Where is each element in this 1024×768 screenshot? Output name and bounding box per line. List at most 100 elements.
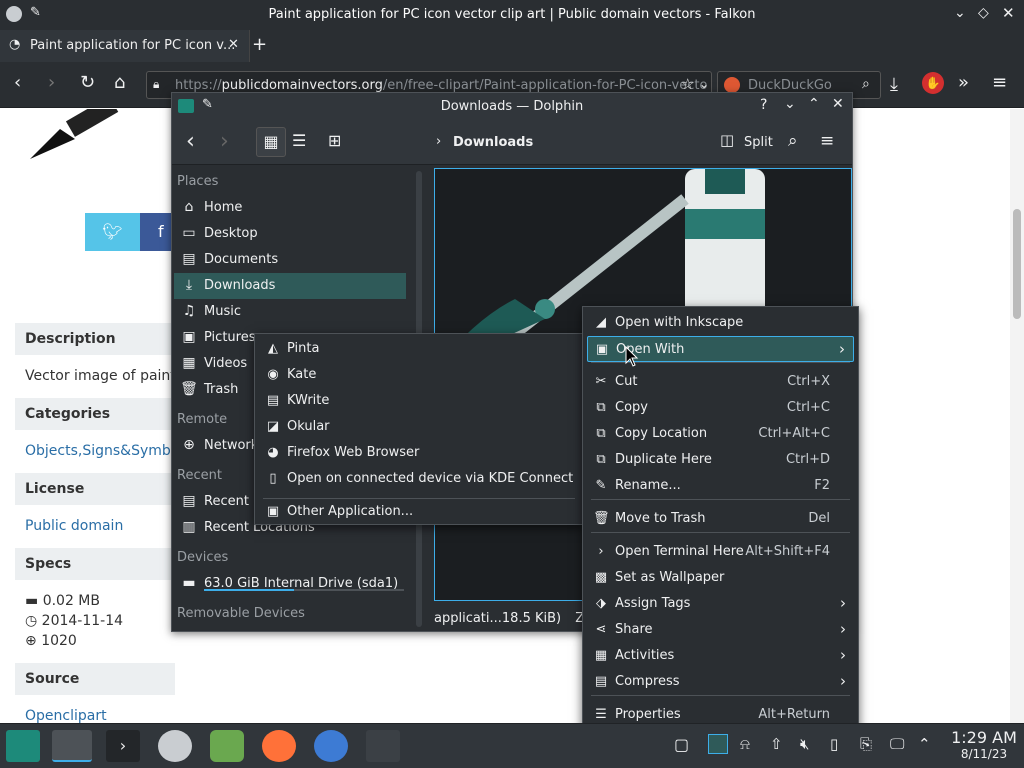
more-tools-icon[interactable]: »: [958, 74, 969, 92]
menu-item-shortcut: Alt+Shift+F4: [745, 544, 830, 559]
task-downloader[interactable]: [210, 730, 244, 762]
workspace-icon[interactable]: [708, 734, 728, 754]
reload-icon[interactable]: ↻: [80, 74, 95, 92]
split-icon[interactable]: ◫: [720, 133, 734, 148]
task-kdeconnect[interactable]: [314, 730, 348, 762]
forward-icon[interactable]: ›: [48, 74, 55, 92]
volume-muted-icon[interactable]: 🔇︎: [800, 737, 809, 752]
compact-view-icon[interactable]: ☰: [292, 133, 306, 149]
downloads-icon[interactable]: ⤓: [890, 76, 898, 94]
menu-item-set-as-wallpaper[interactable]: ▩ Set as Wallpaper: [587, 565, 854, 591]
categories-link[interactable]: Objects,Signs&Symbol: [25, 443, 183, 459]
menu-item-share[interactable]: ⋖ Share ›: [587, 617, 854, 643]
submenu-item-label: Firefox Web Browser: [287, 445, 420, 460]
menu-item-label: Compress: [615, 674, 680, 689]
submenu-item-label: Okular: [287, 419, 330, 434]
minimize-icon[interactable]: ⌄: [954, 6, 966, 20]
system-tray-expand-icon[interactable]: ⌃: [918, 737, 931, 752]
other-application-icon: ▣: [266, 504, 280, 519]
open-with-open-on-connected-device-via-kde-connect[interactable]: ▯ Open on connected device via KDE Connec…: [259, 466, 579, 492]
source-link[interactable]: Openclipart: [25, 708, 107, 723]
breadcrumb[interactable]: Downloads: [453, 135, 533, 150]
menu-item-assign-tags[interactable]: ⬗ Assign Tags ›: [587, 591, 854, 617]
place-documents[interactable]: ▤ Documents: [174, 247, 406, 273]
close-icon[interactable]: ✕: [1002, 6, 1015, 21]
place-desktop[interactable]: ▭ Desktop: [174, 221, 406, 247]
menu-item-move-to-trash[interactable]: 🗑︎ Move to Trash Del: [587, 506, 854, 532]
menu-item-open-with-inkscape[interactable]: ◢ Open with Inkscape: [587, 310, 854, 336]
details-view-icon[interactable]: ⊞: [328, 133, 341, 149]
place-home[interactable]: ⌂ Home: [174, 195, 406, 221]
menu-item-copy[interactable]: ⧉ Copy Ctrl+C: [587, 395, 854, 421]
place-label: Trash: [204, 382, 239, 397]
menu-item-activities[interactable]: ▦ Activities ›: [587, 643, 854, 669]
open-with-submenu: ◭ Pinta ◉ Kate ▤ KWrite ◪ Okular ◕ Firefox Web Br…: [254, 333, 584, 525]
new-tab-icon[interactable]: +: [252, 36, 267, 54]
open-with-pinta[interactable]: ◭ Pinta: [259, 336, 579, 362]
menu-item-rename[interactable]: ✎ Rename... F2: [587, 473, 854, 499]
minimize-icon[interactable]: ⌄: [784, 97, 796, 111]
tab-close-icon[interactable]: ✕: [228, 38, 239, 51]
dolphin-window-title: Downloads — Dolphin: [440, 99, 584, 114]
url-dropdown-icon[interactable]: ⌄: [699, 78, 709, 90]
open-with-other-application[interactable]: ▣ Other Application...: [259, 499, 579, 525]
place-downloads[interactable]: ⤓ Downloads: [174, 273, 406, 299]
okular-icon: ◪: [266, 419, 280, 434]
task-dolphin[interactable]: [52, 730, 92, 762]
open-with-firefox-web-browser[interactable]: ◕ Firefox Web Browser: [259, 440, 579, 466]
specs-header: Specs: [15, 548, 175, 580]
twitter-share-button[interactable]: 🐦︎: [85, 213, 140, 251]
search-icon[interactable]: ⌕: [788, 133, 798, 150]
search-icon[interactable]: ⌕: [862, 77, 870, 91]
facebook-share-button[interactable]: f: [140, 213, 175, 251]
menu-item-cut[interactable]: ✂ Cut Ctrl+X: [587, 369, 854, 395]
notifications-icon[interactable]: ⍾: [740, 737, 750, 752]
menu-item-duplicate-here[interactable]: ⧉ Duplicate Here Ctrl+D: [587, 447, 854, 473]
hamburger-menu-icon[interactable]: ≡: [820, 133, 834, 150]
clock[interactable]: 1:29 AM 8/11/23: [944, 728, 1024, 761]
menu-icon[interactable]: ≡: [992, 74, 1007, 92]
properties-icon: ☰: [595, 707, 607, 722]
task-terminal[interactable]: ›: [106, 730, 140, 762]
browser-tab[interactable]: ◔ Paint application for PC icon v... ✕: [0, 30, 250, 62]
updates-icon[interactable]: ⇧: [770, 737, 783, 752]
show-desktop-icon[interactable]: ▢: [674, 737, 689, 753]
adblock-icon[interactable]: ✋: [922, 72, 944, 94]
open-with-kate[interactable]: ◉ Kate: [259, 362, 579, 388]
place-label: Music: [204, 304, 241, 319]
back-icon[interactable]: ‹: [14, 74, 21, 92]
task-falkon[interactable]: [158, 730, 192, 762]
app-launcher-icon[interactable]: [6, 730, 40, 762]
place-label: Downloads: [204, 278, 276, 293]
open-with-kwrite[interactable]: ▤ KWrite: [259, 388, 579, 414]
close-icon[interactable]: ✕: [832, 97, 844, 111]
place-music[interactable]: ♫ Music: [174, 299, 406, 325]
open-with-okular[interactable]: ◪ Okular: [259, 414, 579, 440]
menu-item-open-terminal-here[interactable]: › Open Terminal Here Alt+Shift+F4: [587, 539, 854, 565]
task-inkscape[interactable]: [366, 730, 400, 762]
license-link[interactable]: Public domain: [25, 518, 123, 534]
drive-icon: ▬: [182, 575, 196, 591]
split-button[interactable]: Split: [744, 135, 773, 150]
menu-item-copy-location[interactable]: ⧉ Copy Location Ctrl+Alt+C: [587, 421, 854, 447]
task-firefox[interactable]: [262, 730, 296, 762]
icons-view-icon[interactable]: ▦: [256, 127, 286, 157]
submenu-separator: [263, 498, 575, 499]
screenshot-icon[interactable]: ⎘: [860, 737, 872, 752]
back-icon[interactable]: ‹: [186, 131, 195, 153]
places-header: Places: [177, 174, 219, 189]
maximize-icon[interactable]: ⌃: [808, 97, 820, 111]
forward-icon[interactable]: ›: [220, 131, 229, 153]
menu-item-label: Duplicate Here: [615, 452, 712, 467]
network-icon: ⊕: [183, 437, 195, 453]
network-icon[interactable]: 🖵︎: [890, 737, 904, 752]
home-icon[interactable]: ⌂: [114, 74, 125, 92]
help-icon[interactable]: ?: [760, 98, 767, 112]
menu-item-compress[interactable]: ▤ Compress ›: [587, 669, 854, 695]
site-favicon-icon: ◔: [9, 37, 21, 52]
battery-icon[interactable]: ▯: [830, 737, 838, 752]
place-63-0-gib-internal-drive-sda1-[interactable]: ▬ 63.0 GiB Internal Drive (sda1): [174, 571, 406, 597]
maximize-icon[interactable]: ◇: [978, 6, 989, 20]
page-scrollbar[interactable]: [1010, 109, 1024, 723]
bookmark-star-icon[interactable]: ☆: [681, 77, 694, 92]
